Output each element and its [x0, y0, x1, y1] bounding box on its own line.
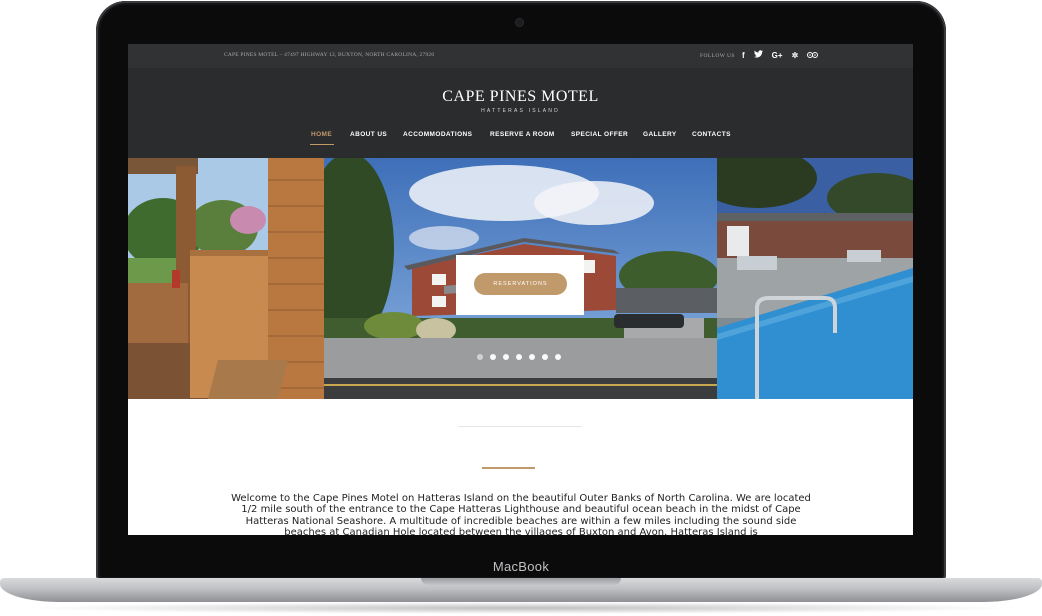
- follow-us-label: FOLLOW US: [700, 53, 735, 59]
- tripadvisor-icon[interactable]: [807, 50, 819, 62]
- slider-dot[interactable]: [503, 354, 509, 360]
- site-header: CAPE PINES MOTEL HATTERAS ISLAND HOME AB…: [128, 68, 913, 158]
- active-nav-underline: [310, 144, 334, 145]
- nav-item-reserve-a-room[interactable]: RESERVE A ROOM: [490, 131, 555, 138]
- twitter-icon[interactable]: [753, 50, 763, 62]
- intro-paragraph: Welcome to the Cape Pines Motel on Hatte…: [231, 493, 811, 535]
- slider-dot[interactable]: [516, 354, 522, 360]
- slider-dot[interactable]: [477, 354, 483, 360]
- google-plus-icon[interactable]: G+: [772, 50, 783, 62]
- yelp-icon[interactable]: ✲: [792, 50, 799, 62]
- card-divider: [458, 426, 582, 427]
- reservations-button[interactable]: RESERVATIONS: [474, 273, 567, 295]
- laptop-shadow: [20, 602, 1022, 614]
- website-screen: CAPE PINES MOTEL – 47497 HIGHWAY 12, BUX…: [128, 44, 913, 535]
- section-divider: [482, 467, 535, 469]
- address-text: CAPE PINES MOTEL – 47497 HIGHWAY 12, BUX…: [224, 52, 435, 58]
- facebook-icon[interactable]: f: [742, 50, 745, 62]
- slider-dots: [477, 354, 568, 362]
- social-links: f G+ ✲: [742, 50, 827, 62]
- slider-dot[interactable]: [490, 354, 496, 360]
- logo-title[interactable]: CAPE PINES MOTEL: [128, 88, 913, 106]
- slider-dot[interactable]: [529, 354, 535, 360]
- device-brand-label: MacBook: [492, 559, 550, 574]
- top-info-bar: CAPE PINES MOTEL – 47497 HIGHWAY 12, BUX…: [128, 44, 913, 68]
- slide-porch-photo: [128, 158, 324, 399]
- nav-item-accommodations[interactable]: ACCOMMODATIONS: [403, 131, 472, 138]
- nav-item-special-offer[interactable]: SPECIAL OFFER: [571, 131, 628, 138]
- logo-subtitle: HATTERAS ISLAND: [481, 108, 560, 114]
- nav-item-gallery[interactable]: GALLERY: [643, 131, 677, 138]
- nav-item-contacts[interactable]: CONTACTS: [692, 131, 731, 138]
- nav-item-about-us[interactable]: ABOUT US: [350, 131, 387, 138]
- nav-item-home[interactable]: HOME: [311, 131, 332, 138]
- slide-pool-photo: [717, 158, 913, 399]
- laptop-base-notch: [421, 578, 621, 585]
- main-nav: HOME ABOUT US ACCOMMODATIONS RESERVE A R…: [128, 131, 913, 145]
- camera-icon: [516, 19, 523, 26]
- slider-dot[interactable]: [542, 354, 548, 360]
- slider-dot[interactable]: [555, 354, 561, 360]
